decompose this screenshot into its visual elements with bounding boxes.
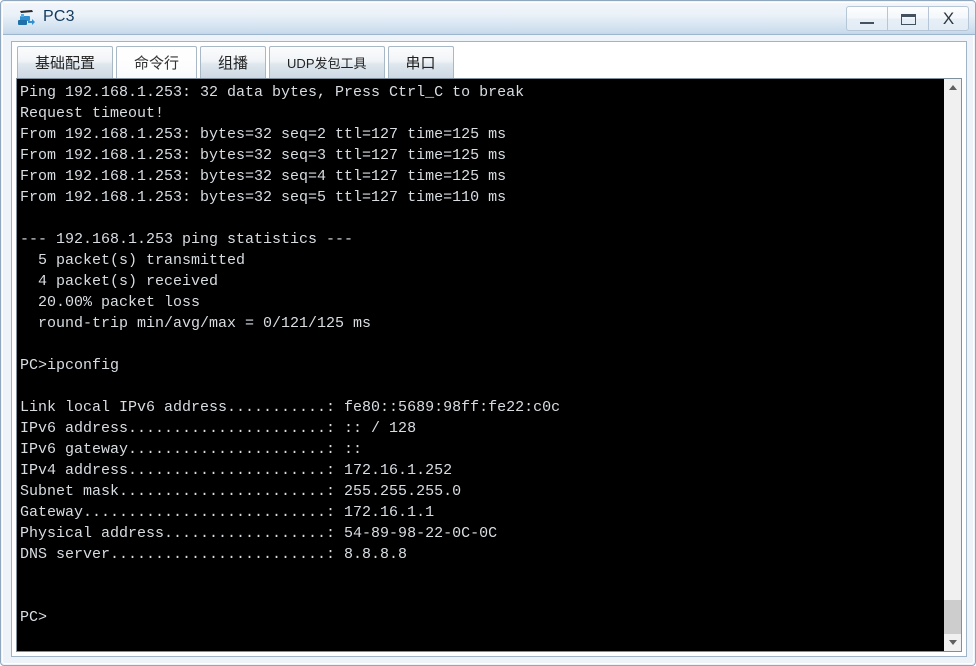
pc3-window: PC3 X 基础配置 命令行 组播 UDP发包工具 串口 Ping 192.16… <box>0 0 976 666</box>
tab-label: 组播 <box>218 55 249 72</box>
chevron-up-icon <box>948 85 957 90</box>
content-panel: 基础配置 命令行 组播 UDP发包工具 串口 Ping 192.168.1.25… <box>11 41 967 657</box>
minimize-icon <box>860 22 874 24</box>
window-controls: X <box>846 6 969 31</box>
tab-serial-port[interactable]: 串口 <box>387 46 454 78</box>
close-icon: X <box>942 8 955 28</box>
window-title: PC3 <box>43 8 75 25</box>
maximize-icon <box>901 14 916 25</box>
minimize-button[interactable] <box>846 6 887 31</box>
scroll-up-button[interactable] <box>944 79 961 96</box>
close-button[interactable]: X <box>928 6 969 31</box>
scrollbar-thumb[interactable] <box>944 600 961 634</box>
tab-label: 串口 <box>405 55 436 72</box>
tab-label: UDP发包工具 <box>287 56 367 71</box>
tab-multicast[interactable]: 组播 <box>200 46 267 78</box>
tab-command-line[interactable]: 命令行 <box>116 46 198 78</box>
terminal-output-area[interactable]: Ping 192.168.1.253: 32 data bytes, Press… <box>17 79 943 651</box>
terminal-text: Ping 192.168.1.253: 32 data bytes, Press… <box>20 84 561 626</box>
tab-basic-config[interactable]: 基础配置 <box>17 46 114 78</box>
terminal-scrollbar[interactable] <box>943 79 961 651</box>
terminal-container[interactable]: Ping 192.168.1.253: 32 data bytes, Press… <box>16 78 962 652</box>
scrollbar-track[interactable] <box>944 96 961 634</box>
tab-label: 基础配置 <box>35 55 96 72</box>
maximize-button[interactable] <box>887 6 928 31</box>
chevron-down-icon <box>948 640 957 645</box>
tab-udp-packet-tool[interactable]: UDP发包工具 <box>269 46 385 78</box>
scroll-down-button[interactable] <box>944 634 961 651</box>
title-bar[interactable]: PC3 X <box>3 3 975 35</box>
tab-bar: 基础配置 命令行 组播 UDP发包工具 串口 <box>12 42 966 78</box>
pc-device-icon <box>15 7 39 31</box>
tab-label: 命令行 <box>134 55 180 72</box>
